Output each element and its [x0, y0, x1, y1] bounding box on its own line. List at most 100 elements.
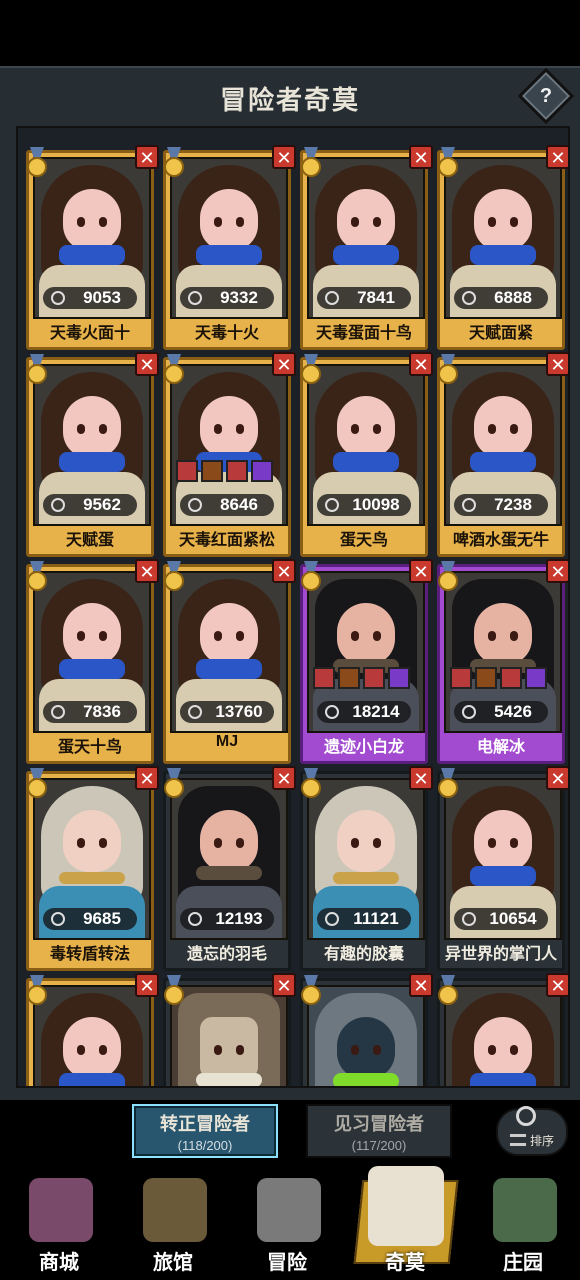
portrait-skull — [170, 985, 288, 1086]
medal-icon — [299, 561, 323, 591]
adventurer-card[interactable]: ✕ — [26, 973, 159, 1086]
claw-icon — [462, 705, 476, 719]
adventurer-name: 天毒红面紧松 — [178, 532, 275, 549]
power-stat: 12193 — [180, 908, 274, 930]
nav-item-crossed-swords[interactable]: 冒险 — [232, 1160, 342, 1280]
sort-button[interactable]: 排序 — [496, 1106, 568, 1156]
close-icon[interactable]: ✕ — [272, 559, 296, 583]
close-icon[interactable]: ✕ — [135, 352, 159, 376]
page-title: 冒险者奇莫 — [219, 85, 360, 115]
power-stat: 11121 — [317, 908, 411, 930]
close-icon[interactable]: ✕ — [135, 145, 159, 169]
close-icon[interactable]: ✕ — [409, 973, 433, 997]
leaf-icon — [51, 912, 65, 926]
power-value: 5426 — [494, 702, 532, 721]
adventurer-card[interactable]: ✕ 9562 天赋蛋 — [26, 352, 159, 557]
target-icon — [325, 498, 339, 512]
power-stat: 7836 — [43, 701, 137, 723]
adventurer-name: MJ — [215, 733, 239, 750]
close-icon[interactable]: ✕ — [409, 145, 433, 169]
adventurer-card[interactable]: ✕ 7841 天毒蛋面十鸟 — [299, 145, 433, 350]
power-value: 9562 — [83, 495, 121, 514]
adventurer-name: 遗忘的羽毛 — [186, 946, 267, 963]
close-icon[interactable]: ✕ — [272, 352, 296, 376]
close-icon[interactable]: ✕ — [272, 973, 296, 997]
close-icon[interactable]: ✕ — [409, 352, 433, 376]
adventurer-card[interactable]: ✕ 18214 遗迹小白龙 — [299, 559, 433, 764]
claw-icon — [188, 705, 202, 719]
close-icon[interactable]: ✕ — [409, 766, 433, 790]
adventurer-card[interactable]: ✕ 9053 天毒火面十 — [26, 145, 159, 350]
target-icon — [51, 291, 65, 305]
nav-item-manor[interactable]: 庄园 — [468, 1160, 578, 1280]
inn-icon — [143, 1178, 207, 1242]
close-icon[interactable]: ✕ — [546, 352, 568, 376]
adventurer-card[interactable]: ✕ 5426 电解冰 — [436, 559, 568, 764]
crossed-swords-icon — [257, 1178, 321, 1242]
tab-regular-adventurers[interactable]: 转正冒险者 (118/200) — [132, 1104, 278, 1158]
adventurer-card[interactable]: ✕ 10654 异世界的掌门人 — [437, 766, 568, 971]
adventurer-card[interactable]: ✕ 10098 蛋天鸟 — [300, 352, 433, 557]
medal-icon — [436, 561, 460, 591]
adventurer-card[interactable]: ✕ 9685 毒转盾转法 — [25, 766, 159, 971]
close-icon[interactable]: ✕ — [546, 145, 568, 169]
adventurer-card[interactable]: ✕ 9332 天毒十火 — [163, 145, 296, 350]
adventurer-name: 天毒蛋面十鸟 — [315, 325, 412, 342]
magnifier-icon — [516, 1106, 536, 1126]
power-value: 11121 — [353, 909, 399, 928]
portrait-girl — [33, 985, 151, 1086]
adventurer-name: 天赋面紧 — [468, 325, 533, 342]
rune-slots — [313, 667, 410, 689]
adventurer-card[interactable]: ✕ 12193 遗忘的羽毛 — [162, 766, 296, 971]
power-stat: 9685 — [43, 908, 137, 930]
card-grid[interactable]: ✕ 9053 天毒火面十 ✕ 9332 天毒十火 ✕ 7841 天毒蛋面十鸟 ✕ 6888 天赋面紧 ✕… — [16, 126, 570, 1088]
tab-trainee-adventurers[interactable]: 见习冒险者 (117/200) — [306, 1104, 452, 1158]
list-icon — [510, 1134, 526, 1146]
shop-icon — [29, 1178, 93, 1242]
target-icon — [188, 498, 202, 512]
power-value: 9685 — [83, 909, 121, 928]
adventurer-card[interactable]: ✕ 8646 天毒红面紧松 — [162, 352, 296, 557]
manor-icon — [493, 1178, 557, 1242]
close-icon[interactable]: ✕ — [546, 766, 568, 790]
adventurer-card[interactable]: ✕ — [163, 973, 296, 1086]
adventurer-card[interactable]: ✕ 7836 蛋天十鸟 — [26, 559, 159, 764]
adventurer-card[interactable]: ✕ 6888 天赋面紧 — [436, 145, 568, 350]
close-icon[interactable]: ✕ — [272, 766, 296, 790]
close-icon[interactable]: ✕ — [135, 766, 159, 790]
target-icon — [51, 498, 65, 512]
adventurer-card[interactable]: ✕ 13760 MJ — [162, 559, 296, 764]
medal-icon — [162, 768, 186, 798]
close-icon[interactable]: ✕ — [409, 559, 433, 583]
adventurer-card[interactable]: ✕ 7238 啤酒水蛋无牛 — [437, 352, 568, 557]
close-icon[interactable]: ✕ — [135, 559, 159, 583]
medal-icon — [25, 768, 49, 798]
medal-icon — [162, 354, 186, 384]
nav-item-kimo[interactable]: 奇莫 — [350, 1160, 460, 1280]
power-stat: 7841 — [317, 287, 411, 309]
close-icon[interactable]: ✕ — [272, 145, 296, 169]
medal-icon — [162, 561, 186, 591]
adventurer-name: 天毒火面十 — [49, 325, 130, 342]
adventurer-name: 遗迹小白龙 — [323, 739, 404, 756]
close-icon[interactable]: ✕ — [546, 559, 568, 583]
status-bar-area — [0, 0, 580, 66]
adventurer-name: 电解冰 — [476, 739, 525, 756]
medal-icon — [299, 768, 323, 798]
medal-icon — [436, 147, 460, 177]
nav-item-inn[interactable]: 旅馆 — [118, 1160, 228, 1280]
power-value: 9332 — [220, 288, 258, 307]
power-value: 7238 — [494, 495, 532, 514]
nav-item-shop[interactable]: 商城 — [4, 1160, 114, 1280]
adventurer-card[interactable]: ✕ — [300, 973, 433, 1086]
portrait-girl — [444, 985, 562, 1086]
close-icon[interactable]: ✕ — [135, 973, 159, 997]
kimo-icon — [368, 1166, 444, 1246]
medal-icon — [299, 147, 323, 177]
adventurer-card[interactable]: ✕ 11121 有趣的胶囊 — [299, 766, 433, 971]
close-icon[interactable]: ✕ — [546, 973, 568, 997]
adventurer-card[interactable]: ✕ — [437, 973, 568, 1086]
tab-title: 见习冒险者 — [334, 1114, 424, 1134]
portrait-robot — [307, 985, 425, 1086]
target-icon — [462, 291, 476, 305]
